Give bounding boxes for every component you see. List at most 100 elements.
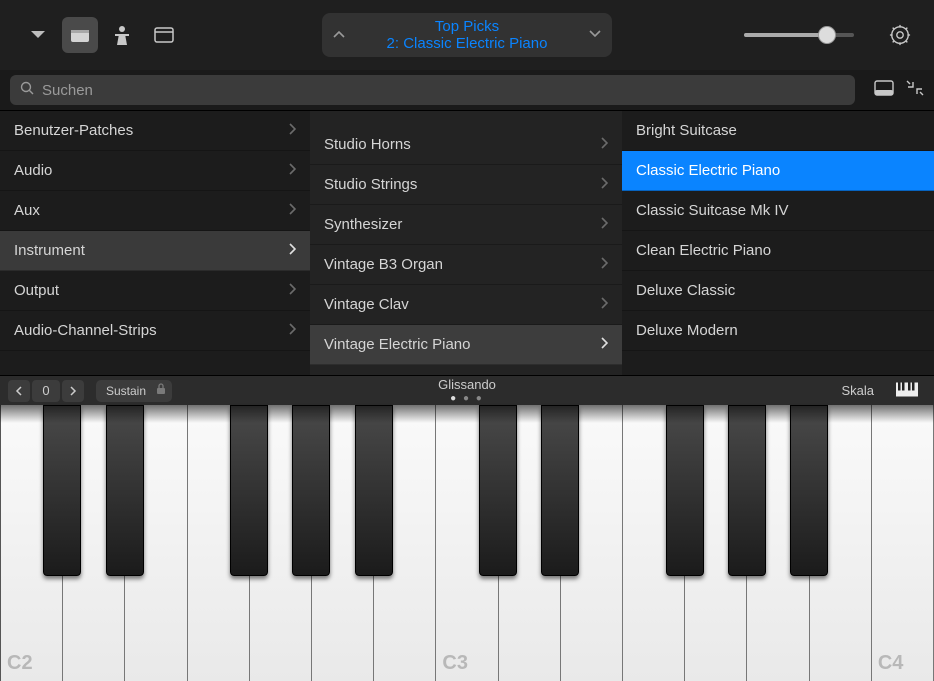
black-key[interactable] bbox=[666, 405, 704, 576]
browser-row[interactable]: Studio Strings bbox=[310, 165, 622, 205]
chevron-right-icon bbox=[288, 163, 296, 178]
piano-keyboard: C2 C3 C4 bbox=[0, 405, 934, 681]
piano-shadow bbox=[0, 405, 934, 423]
settings-gear-icon[interactable] bbox=[886, 21, 914, 49]
toolbar-left-group bbox=[0, 17, 182, 53]
search-right-icons bbox=[874, 79, 924, 102]
scale-button[interactable]: Skala bbox=[841, 383, 874, 398]
browser-row[interactable]: Deluxe Modern bbox=[622, 311, 934, 351]
volume-knob[interactable] bbox=[818, 26, 836, 44]
black-key[interactable] bbox=[541, 405, 579, 576]
volume-slider[interactable] bbox=[744, 33, 854, 37]
search-bar: Suchen bbox=[0, 70, 934, 110]
browser-row[interactable]: Classic Suitcase Mk IV bbox=[622, 191, 934, 231]
preset-subtitle: 2: Classic Electric Piano bbox=[346, 35, 588, 52]
browser-row-label: Aux bbox=[14, 202, 288, 219]
preset-up-icon[interactable] bbox=[332, 26, 346, 44]
browser-column-preset: Bright Suitcase Classic Electric Piano Cla… bbox=[622, 111, 934, 375]
chevron-right-icon bbox=[600, 257, 608, 272]
chevron-right-icon bbox=[600, 177, 608, 192]
chevron-right-icon bbox=[600, 217, 608, 232]
octave-label: C3 bbox=[442, 652, 468, 675]
search-input[interactable]: Suchen bbox=[10, 75, 855, 105]
chevron-right-icon bbox=[288, 123, 296, 138]
octave-label: C2 bbox=[7, 652, 33, 675]
browser-row[interactable]: Aux bbox=[0, 191, 310, 231]
octave-stepper: 0 bbox=[8, 380, 84, 402]
keyboard-control-bar: 0 Sustain Glissando ● ● ● Skala bbox=[0, 375, 934, 405]
browser-row-label: Deluxe Classic bbox=[636, 282, 920, 299]
black-key[interactable] bbox=[106, 405, 144, 576]
chevron-right-icon bbox=[288, 203, 296, 218]
lock-icon bbox=[156, 383, 166, 398]
browser-row-label: Bright Suitcase bbox=[636, 122, 920, 139]
keyboard-mode-label: Glissando bbox=[438, 377, 496, 392]
person-icon[interactable] bbox=[104, 17, 140, 53]
browser-row-label: Audio bbox=[14, 162, 288, 179]
collapse-icon[interactable] bbox=[906, 79, 924, 102]
browser-row-label: Classic Suitcase Mk IV bbox=[636, 202, 920, 219]
browser-row-label: Clean Electric Piano bbox=[636, 242, 920, 259]
black-key[interactable] bbox=[292, 405, 330, 576]
browser-row-label: Output bbox=[14, 282, 288, 299]
browser-row[interactable]: Bright Suitcase bbox=[622, 111, 934, 151]
browser-row-label: Vintage Electric Piano bbox=[324, 336, 600, 353]
browser-row-label: Benutzer-Patches bbox=[14, 122, 288, 139]
panel-toggle-icon[interactable] bbox=[874, 80, 894, 101]
preset-display: Top Picks 2: Classic Electric Piano bbox=[346, 18, 588, 53]
keyboard-layout-icon[interactable] bbox=[896, 382, 918, 399]
volume-fill bbox=[744, 33, 827, 37]
black-key[interactable] bbox=[790, 405, 828, 576]
white-key[interactable]: C4 bbox=[872, 405, 934, 681]
library-browser: Benutzer-Patches Audio Aux Instrument Output… bbox=[0, 110, 934, 375]
browser-row-label: Instrument bbox=[14, 242, 288, 259]
browser-row[interactable]: Benutzer-Patches bbox=[0, 111, 310, 151]
library-icon[interactable] bbox=[62, 17, 98, 53]
black-key[interactable] bbox=[479, 405, 517, 576]
browser-row[interactable]: Classic Electric Piano bbox=[622, 151, 934, 191]
preset-down-icon[interactable] bbox=[588, 26, 602, 44]
chevron-right-icon bbox=[288, 243, 296, 258]
search-icon bbox=[20, 81, 34, 100]
browser-row[interactable]: Output bbox=[0, 271, 310, 311]
dropdown-menu-icon[interactable] bbox=[20, 17, 56, 53]
browser-row[interactable]: Clean Electric Piano bbox=[622, 231, 934, 271]
black-key[interactable] bbox=[230, 405, 268, 576]
browser-row[interactable]: Instrument bbox=[0, 231, 310, 271]
mode-page-dots: ● ● ● bbox=[438, 393, 496, 404]
top-toolbar: Top Picks 2: Classic Electric Piano bbox=[0, 0, 934, 70]
preset-selector[interactable]: Top Picks 2: Classic Electric Piano bbox=[322, 13, 612, 57]
browser-row-label: Classic Electric Piano bbox=[636, 162, 920, 179]
octave-value: 0 bbox=[32, 380, 60, 402]
browser-row[interactable]: Vintage B3 Organ bbox=[310, 245, 622, 285]
sustain-label: Sustain bbox=[106, 384, 146, 398]
black-key[interactable] bbox=[728, 405, 766, 576]
browser-row[interactable]: Vintage Clav bbox=[310, 285, 622, 325]
keyboard-mode-selector[interactable]: Glissando ● ● ● bbox=[438, 377, 496, 404]
browser-row[interactable]: Deluxe Classic bbox=[622, 271, 934, 311]
preset-title: Top Picks bbox=[346, 18, 588, 35]
window-icon[interactable] bbox=[146, 17, 182, 53]
browser-row[interactable]: Audio bbox=[0, 151, 310, 191]
browser-row-label: Audio-Channel-Strips bbox=[14, 322, 288, 339]
sustain-toggle[interactable]: Sustain bbox=[96, 380, 172, 402]
octave-down-button[interactable] bbox=[8, 380, 30, 402]
browser-row-label: Vintage Clav bbox=[324, 296, 600, 313]
browser-row-label: Studio Strings bbox=[324, 176, 600, 193]
browser-column-subcategory: Studio Horns Studio Strings Synthesizer Vin… bbox=[310, 111, 622, 375]
black-key[interactable] bbox=[355, 405, 393, 576]
browser-row[interactable]: Vintage Electric Piano bbox=[310, 325, 622, 365]
browser-column-category: Benutzer-Patches Audio Aux Instrument Output… bbox=[0, 111, 310, 375]
browser-row-label: Synthesizer bbox=[324, 216, 600, 233]
browser-row[interactable]: Studio Horns bbox=[310, 125, 622, 165]
chevron-right-icon bbox=[600, 137, 608, 152]
browser-row-label: Deluxe Modern bbox=[636, 322, 920, 339]
browser-row[interactable]: Audio-Channel-Strips bbox=[0, 311, 310, 351]
black-key[interactable] bbox=[43, 405, 81, 576]
octave-up-button[interactable] bbox=[62, 380, 84, 402]
browser-row[interactable]: Synthesizer bbox=[310, 205, 622, 245]
browser-row-label: Studio Horns bbox=[324, 136, 600, 153]
browser-row-label: Vintage B3 Organ bbox=[324, 256, 600, 273]
chevron-right-icon bbox=[288, 323, 296, 338]
octave-label: C4 bbox=[878, 652, 904, 675]
